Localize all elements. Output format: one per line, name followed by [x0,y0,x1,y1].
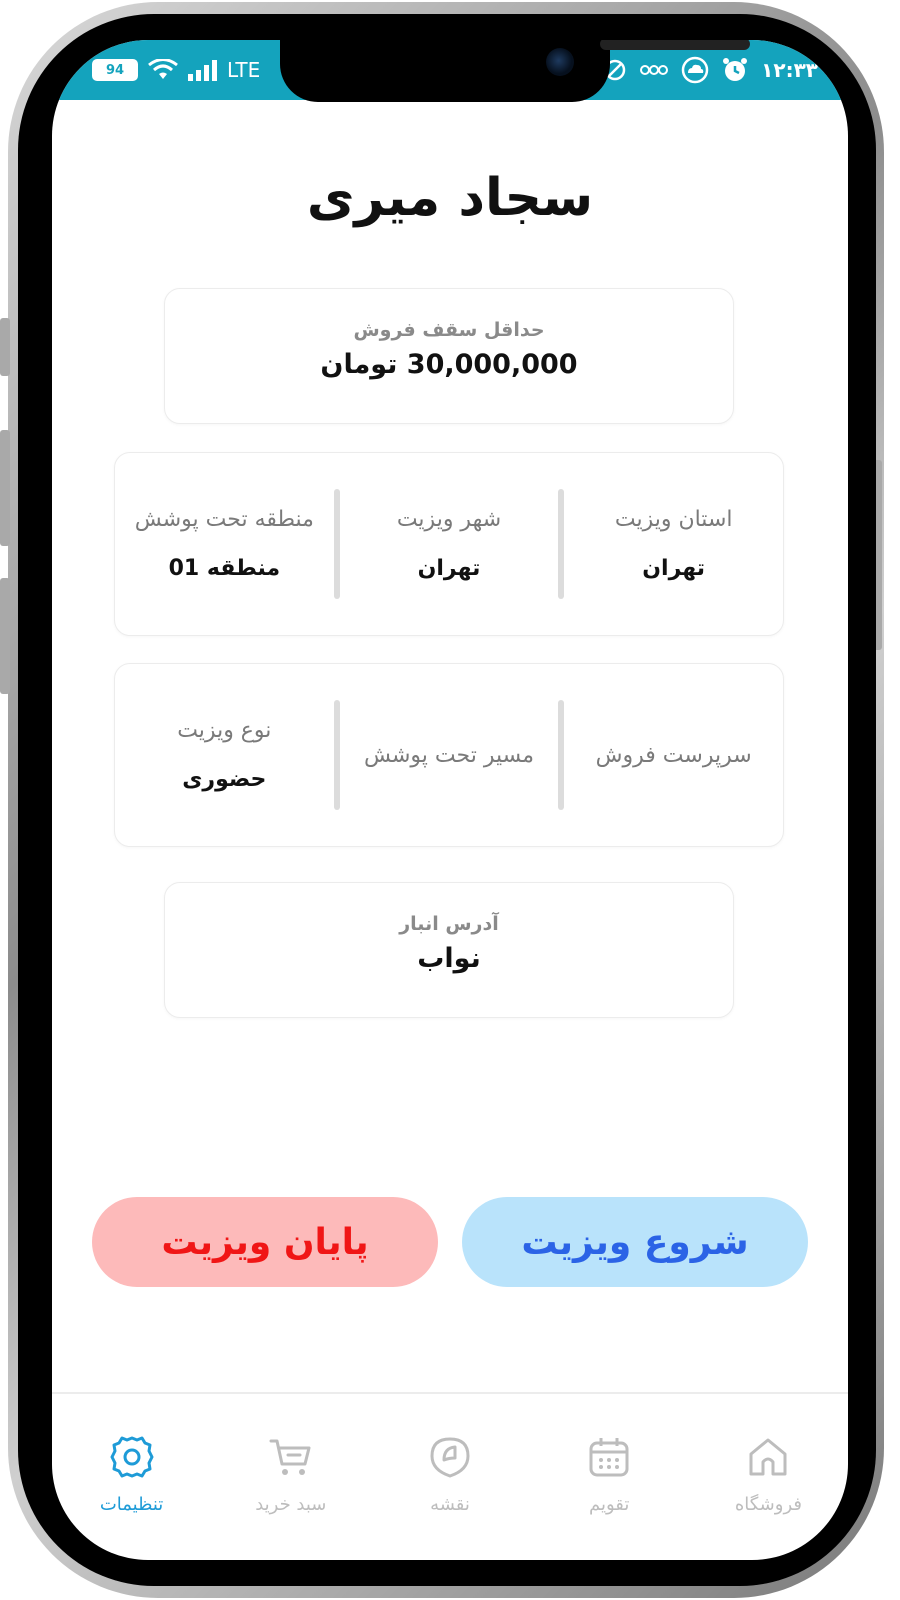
divider [558,700,565,810]
nav-item-store[interactable]: فروشگاه [689,1394,848,1560]
alarm-icon [723,58,748,81]
sales-cap-card: حداقل سقف فروش 30,000,000 تومان [164,288,734,424]
status-time: ۱۲:۳۳ [761,58,818,82]
nav-item-calendar[interactable]: تقویم [530,1394,689,1560]
store-icon [749,1438,787,1476]
gear-icon [110,1436,154,1478]
nav-label-map: نقشه [430,1494,470,1515]
sales-cap-label: حداقل سقف فروش [353,319,545,341]
nav-item-map[interactable]: نقشه [370,1394,529,1560]
notification-icon [640,65,669,75]
warehouse-card: آدرس انبار نواب [164,882,734,1018]
visit-info-card: سرپرست فروش مسیر تحت پوشش نوع ویزیت حضور… [114,663,784,847]
supervisor-label: سرپرست فروش [595,742,752,768]
zone-value: منطقه 01 [168,556,281,581]
battery-icon: 94 [92,59,138,81]
front-camera [546,48,574,76]
signal-icon [188,59,217,81]
network-type: LTE [227,58,261,82]
bottom-nav: فروشگاه تقویم نقشه سبد خرید تنظیمات [52,1394,848,1560]
sales-cap-value: 30,000,000 تومان [320,349,578,380]
cart-icon [269,1439,311,1475]
route-cell: مسیر تحت پوشش [340,664,559,846]
status-right-group: ۱۲:۳۳ [603,56,818,84]
supervisor-cell: سرپرست فروش [564,664,783,846]
province-value: تهران [642,556,706,581]
divider [333,700,340,810]
nav-label-store: فروشگاه [734,1494,802,1515]
end-visit-button[interactable]: پایان ویزیت [92,1197,438,1287]
volume-down-button [0,578,10,694]
city-value: تهران [417,556,481,581]
screen: 94 LTE ۱۲:۳۳ سجاد میری حداقل سقف فروش 30… [52,40,848,1560]
start-visit-button[interactable]: شروع ویزیت [462,1197,808,1287]
nav-label-cart: سبد خرید [255,1494,327,1515]
route-label: مسیر تحت پوشش [363,742,535,768]
divider [558,489,565,599]
calendar-icon [589,1438,629,1477]
city-cell: شهر ویزیت تهران [340,453,559,635]
status-left-group: 94 LTE [92,58,260,82]
province-cell: استان ویزیت تهران [564,453,783,635]
zone-cell: منطقه تحت پوشش منطقه 01 [115,453,334,635]
province-label: استان ویزیت [614,507,733,532]
page-title: سجاد میری [306,168,594,228]
nav-label-settings: تنظیمات [99,1494,164,1515]
divider [333,489,340,599]
nav-item-settings[interactable]: تنظیمات [52,1394,211,1560]
visit-type-value: حضوری [182,767,267,792]
location-card: استان ویزیت تهران شهر ویزیت تهران منطقه … [114,452,784,636]
speaker [600,40,750,50]
map-icon [430,1437,470,1478]
mute-switch [0,318,10,376]
warehouse-value: نواب [417,943,481,974]
city-label: شهر ویزیت [396,507,502,532]
visit-type-label: نوع ویزیت [177,718,272,743]
notch [280,40,750,102]
volume-up-button [0,430,10,546]
battery-level: 94 [105,62,125,78]
zone-label: منطقه تحت پوشش [134,507,314,532]
nav-label-calendar: تقویم [589,1494,630,1515]
visit-type-cell: نوع ویزیت حضوری [115,664,334,846]
cloud-icon [681,56,709,84]
warehouse-label: آدرس انبار [399,913,499,935]
nav-item-cart[interactable]: سبد خرید [211,1394,370,1560]
wifi-icon [148,59,178,79]
